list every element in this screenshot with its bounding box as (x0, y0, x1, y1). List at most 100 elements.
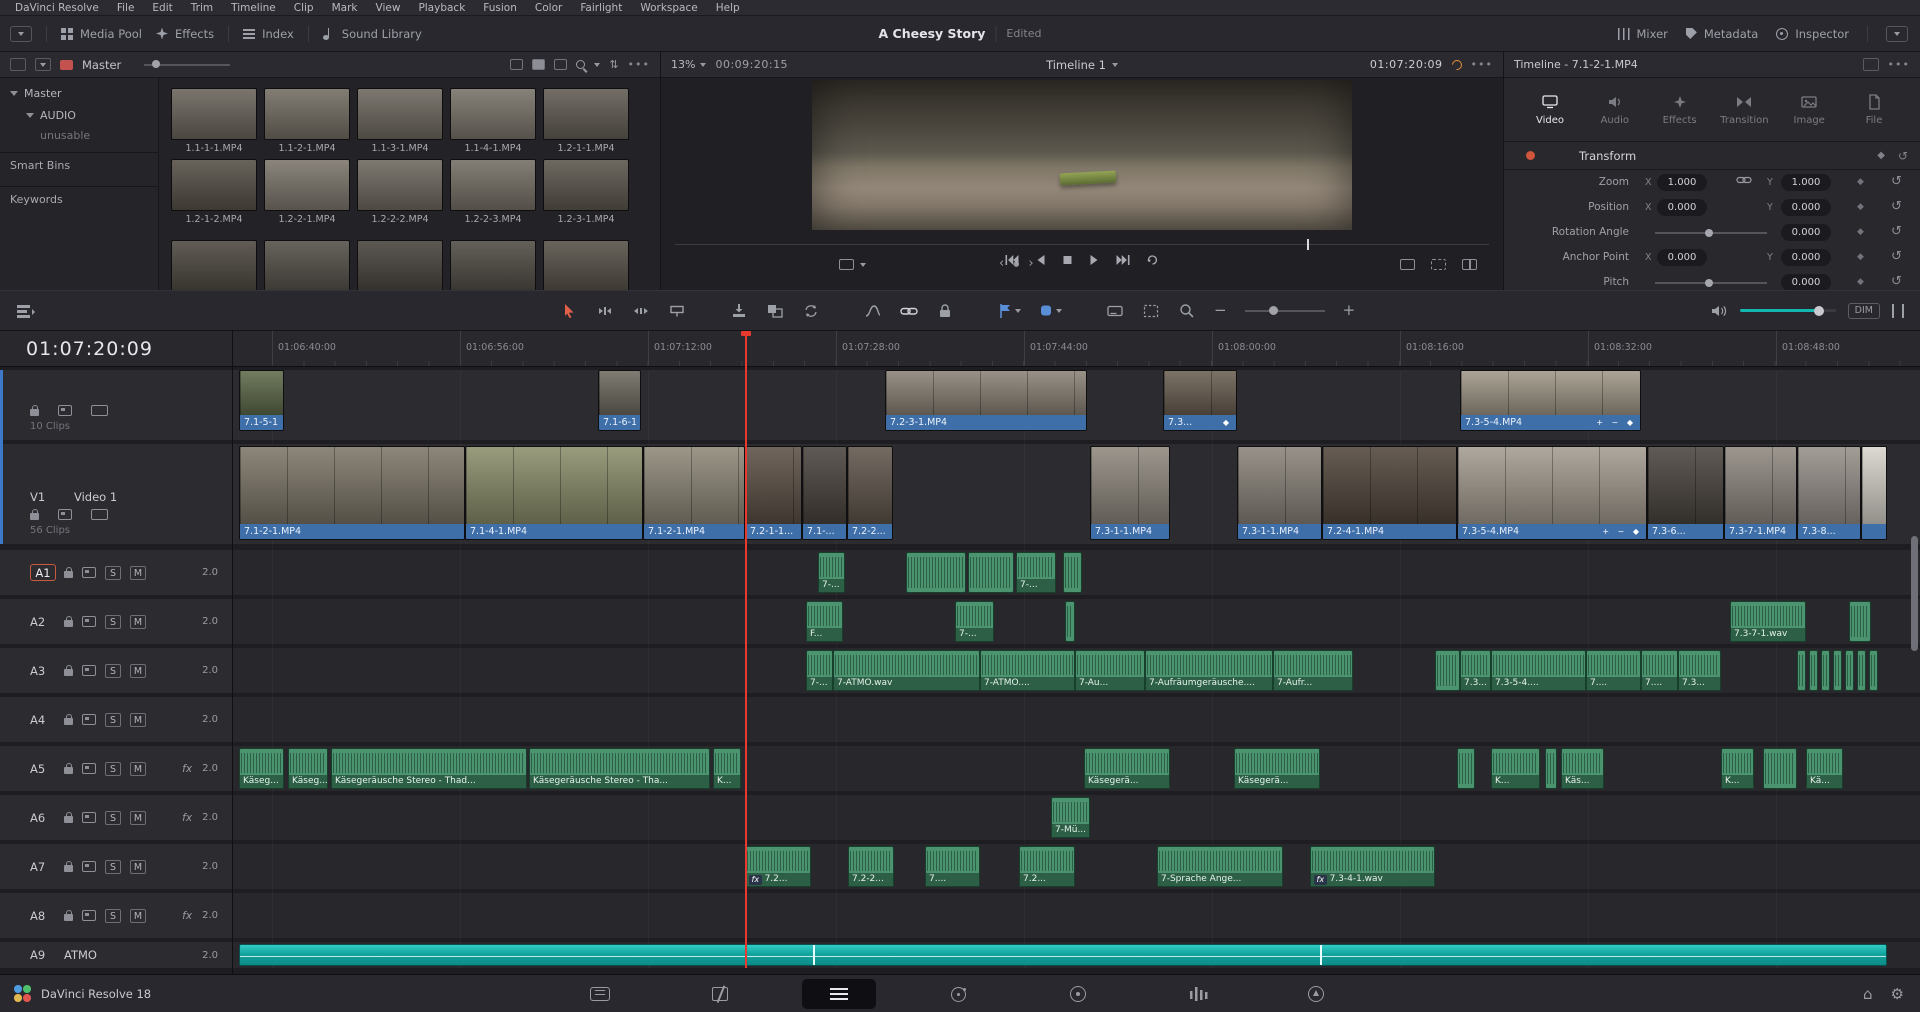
transform-toggle[interactable] (1526, 151, 1535, 160)
timeline-clip[interactable]: 7.3...◆ (1163, 370, 1237, 431)
mute-button[interactable]: M (130, 713, 146, 727)
timeline-clip[interactable]: 7-Mü... (1051, 797, 1090, 838)
keyframe-icon[interactable]: ◆ (1857, 195, 1864, 220)
media-clip[interactable]: 1.2-3-1.MP4 (543, 159, 629, 225)
timeline-clip[interactable]: 7-... (818, 552, 845, 593)
timeline-clip[interactable]: 7.1-2-1.MP4 (643, 446, 745, 540)
timeline-clip[interactable]: 7.2-2... (847, 446, 893, 540)
tree-item-smart-bins[interactable]: Smart Bins (0, 152, 158, 178)
slider-knob[interactable] (152, 60, 160, 68)
timeline-clip[interactable]: 7-Aufräumgeräusche.... (1145, 650, 1273, 691)
track-enable-icon[interactable] (91, 405, 108, 416)
linked-selection-icon[interactable] (900, 305, 918, 317)
page-deliver-button[interactable] (1306, 986, 1326, 1002)
track-header-a5[interactable]: A5SMfx2.0 (0, 746, 232, 791)
retime-curve-icon[interactable] (864, 303, 882, 319)
slider-knob[interactable] (1814, 306, 1824, 316)
strip-view-icon[interactable] (554, 59, 567, 70)
timeline-clip[interactable]: 7.3-5-4.... (1491, 650, 1586, 691)
mixer-button[interactable]: Mixer (1618, 27, 1668, 41)
media-clip[interactable] (264, 240, 350, 290)
track-header-a4[interactable]: A4SM2.0 (0, 697, 232, 742)
page-media-button[interactable] (590, 986, 610, 1002)
timeline-clip[interactable]: Käsegerä... (1234, 748, 1320, 789)
timeline-clip[interactable]: Käseg... (288, 748, 328, 789)
solo-button[interactable]: S (105, 860, 121, 874)
timeline-clip[interactable]: 7.3... (1678, 650, 1721, 691)
timeline-clip[interactable] (1809, 650, 1818, 691)
tab-image[interactable]: Image (1779, 94, 1839, 126)
timeline-clip[interactable] (1763, 748, 1797, 789)
link-icon[interactable] (1736, 175, 1752, 185)
menu-fairlight[interactable]: Fairlight (571, 2, 631, 14)
inspector-expand-icon[interactable] (1863, 58, 1879, 71)
tree-item-audio[interactable]: AUDIO (0, 104, 158, 126)
tab-audio[interactable]: Audio (1585, 94, 1645, 126)
timeline-clip[interactable]: 7.3-5-4.MP4+ ~ ◆ (1457, 446, 1647, 540)
media-clip[interactable] (357, 240, 443, 290)
auto-select-icon[interactable] (82, 616, 96, 627)
position-y-input[interactable]: 0.000 (1781, 199, 1831, 216)
timeline-clip[interactable] (1545, 748, 1557, 789)
lock-icon[interactable] (64, 669, 73, 676)
mute-button[interactable]: M (130, 664, 146, 678)
list-view-icon[interactable] (510, 59, 523, 70)
mute-button[interactable]: M (130, 811, 146, 825)
timeline-clip[interactable] (239, 944, 1887, 966)
timeline-clip[interactable]: 7-Sprache Ange... (1157, 846, 1283, 887)
video-track-scroll-indicator[interactable] (0, 370, 3, 544)
zoom-x-input[interactable]: 1.000 (1657, 174, 1707, 191)
blade-edit-mode-button[interactable] (668, 303, 686, 319)
timeline-clip[interactable]: 7.1-5-1... (239, 370, 284, 431)
track-header-a8[interactable]: A8SMfx2.0 (0, 893, 232, 938)
flag-color-chevron-icon[interactable] (1015, 309, 1021, 313)
reset-icon[interactable]: ↺ (1891, 270, 1902, 290)
lock-icon[interactable] (64, 914, 73, 921)
menu-view[interactable]: View (367, 2, 410, 14)
timeline-clip[interactable]: 7-Au... (1075, 650, 1145, 691)
sync-icon[interactable] (1449, 57, 1463, 71)
match-frame-icon[interactable] (1431, 259, 1446, 270)
track-header-v2[interactable]: 10 Clips (0, 370, 232, 440)
viewer-options-icon[interactable]: ••• (1471, 58, 1493, 71)
timeline-view-options-icon[interactable] (16, 303, 36, 319)
dynamic-trim-mode-button[interactable] (632, 303, 650, 319)
track-header-a9[interactable]: A9ATMO2.0 (0, 942, 232, 968)
position-lock-icon[interactable] (936, 303, 954, 319)
play-button[interactable] (1089, 254, 1101, 266)
mixer-panel-icon[interactable] (1892, 304, 1904, 318)
timeline-clip[interactable]: 7-Aufr... (1273, 650, 1353, 691)
metadata-button[interactable]: Metadata (1686, 27, 1758, 41)
sound-library-button[interactable]: Sound Library (323, 27, 422, 41)
auto-select-icon[interactable] (82, 812, 96, 823)
audio-monitor-icon[interactable] (1711, 304, 1728, 318)
anchor-y-input[interactable]: 0.000 (1781, 249, 1831, 266)
media-clip[interactable] (450, 240, 536, 290)
auto-select-icon[interactable] (82, 665, 96, 676)
reset-icon[interactable]: ↺ (1891, 245, 1902, 269)
timeline-clip[interactable] (1063, 552, 1082, 593)
solo-button[interactable]: S (105, 664, 121, 678)
menu-clip[interactable]: Clip (285, 2, 323, 14)
tab-transition[interactable]: Transition (1714, 94, 1774, 126)
auto-select-icon[interactable] (82, 714, 96, 725)
mute-button[interactable]: M (130, 615, 146, 629)
marker-color-chevron-icon[interactable] (1056, 309, 1062, 313)
timeline-clip[interactable]: 7.2-4-1.MP4 (1322, 446, 1457, 540)
pitch-input[interactable]: 0.000 (1781, 274, 1831, 290)
stop-button[interactable] (1062, 254, 1074, 266)
media-clip[interactable]: 1.2-1-1.MP4 (543, 88, 629, 154)
timeline-clip[interactable]: 7-ATMO.... (980, 650, 1075, 691)
timeline-clip[interactable]: 7.2-2... (848, 846, 894, 887)
timeline-clip[interactable]: 7.3-1-1.MP4 (1237, 446, 1322, 540)
thumbnail-view-icon[interactable] (532, 59, 545, 70)
slider-knob[interactable] (1269, 306, 1278, 315)
tab-effects[interactable]: Effects (1650, 94, 1710, 126)
thumbnail-size-slider[interactable] (144, 64, 230, 66)
timeline-clip[interactable] (1065, 601, 1075, 642)
media-clip[interactable]: 1.1-4-1.MP4 (450, 88, 536, 154)
media-clip[interactable]: 1.1-1-1.MP4 (171, 88, 257, 154)
tree-item-unusable[interactable]: unusable (0, 126, 158, 144)
selection-box-icon[interactable] (1142, 303, 1160, 319)
safe-area-icon[interactable] (1400, 259, 1415, 270)
